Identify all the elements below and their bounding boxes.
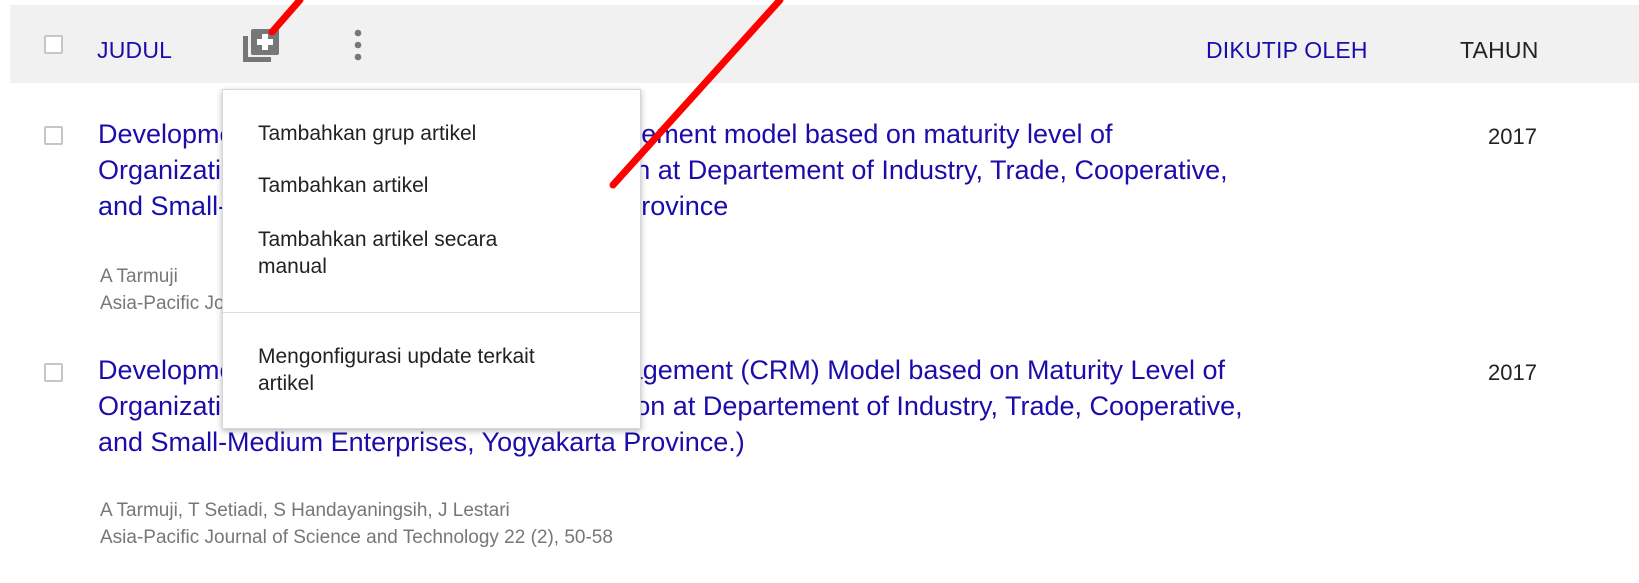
- menu-divider: [223, 312, 640, 313]
- menu-item-add-article-group[interactable]: Tambahkan grup artikel: [258, 120, 618, 147]
- article-list-header: JUDUL DIKUTIP OLEH TAHUN: [10, 5, 1639, 83]
- article-checkbox[interactable]: [44, 363, 63, 382]
- more-vert-icon[interactable]: [348, 27, 368, 63]
- scholar-article-list: JUDUL DIKUTIP OLEH TAHUN Development of …: [0, 0, 1639, 583]
- article-authors: A Tarmuji: [100, 266, 178, 287]
- sort-by-year[interactable]: TAHUN: [1460, 37, 1539, 64]
- add-articles-menu: Tambahkan grup artikel Tambahkan artikel…: [222, 89, 641, 429]
- article-venue: Asia-Pacific Journal of Science and Tech…: [100, 527, 613, 548]
- sort-by-cited-by[interactable]: DIKUTIP OLEH: [1206, 37, 1368, 64]
- menu-item-add-article[interactable]: Tambahkan artikel: [258, 172, 618, 199]
- sort-by-title[interactable]: JUDUL: [97, 37, 172, 64]
- menu-item-configure-article-updates[interactable]: Mengonfigurasi update terkait artikel: [258, 343, 558, 397]
- article-checkbox[interactable]: [44, 126, 63, 145]
- select-all-checkbox[interactable]: [44, 35, 63, 54]
- article-authors: A Tarmuji, T Setiadi, S Handayaningsih, …: [100, 500, 510, 521]
- add-to-library-icon[interactable]: [242, 27, 280, 63]
- article-year: 2017: [1488, 360, 1537, 385]
- menu-item-add-article-manually[interactable]: Tambahkan artikel secara manual: [258, 226, 518, 280]
- article-year: 2017: [1488, 124, 1537, 149]
